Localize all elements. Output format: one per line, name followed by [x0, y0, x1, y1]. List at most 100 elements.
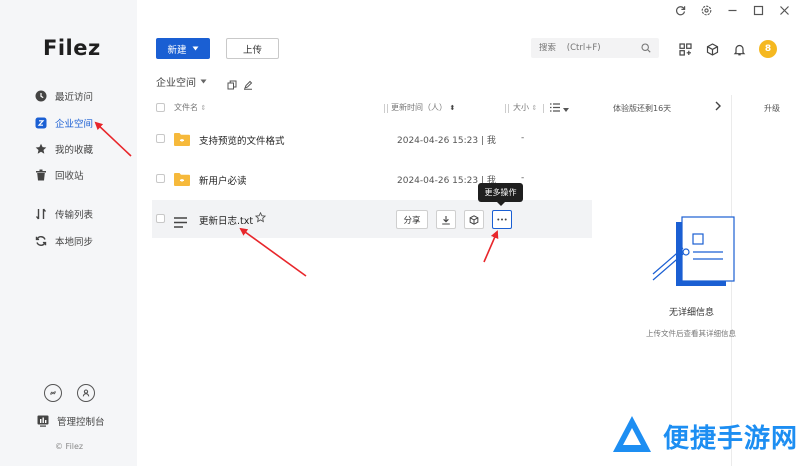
column-divider	[505, 104, 506, 113]
sidebar-item-label: 我的收藏	[55, 145, 94, 156]
sidebar-item-label: 最近访问	[55, 92, 94, 103]
new-button-label: 新建	[167, 44, 187, 56]
watermark-logo-icon	[611, 414, 653, 458]
sidebar-item-label: 回收站	[55, 171, 84, 182]
app-logo: Filez	[43, 36, 101, 60]
upgrade-link[interactable]: 升级	[764, 103, 780, 114]
breadcrumb[interactable]: 企业空间	[156, 74, 207, 89]
sidebar-item-local-sync[interactable]: 本地同步	[35, 232, 93, 250]
sidebar-item-label: 传输列表	[55, 210, 94, 221]
column-size[interactable]: 大小 ⇕	[513, 102, 537, 113]
column-divider[interactable]	[384, 104, 385, 113]
file-name[interactable]: 更新日志.txt	[199, 213, 253, 227]
sidebar-item-favorites[interactable]: 我的收藏	[35, 140, 93, 158]
column-time[interactable]: 更新时间（人） ⬍	[391, 102, 455, 113]
file-size: -	[521, 133, 525, 143]
copyright-text: © Filez	[55, 442, 84, 451]
favorite-star-icon[interactable]	[255, 212, 266, 223]
table-row-hovered[interactable]: 更新日志.txt 分享	[152, 200, 592, 238]
upload-button[interactable]: 上传	[226, 38, 279, 59]
refresh-icon[interactable]	[674, 4, 686, 16]
user-avatar[interactable]: 8	[759, 40, 777, 58]
row-checkbox[interactable]	[156, 134, 165, 143]
caret-down-icon	[192, 43, 199, 54]
header-tools: 8	[678, 40, 777, 58]
folder-icon	[174, 131, 190, 150]
edit-icon[interactable]	[243, 75, 253, 94]
cube-icon[interactable]	[705, 42, 719, 56]
more-actions-button[interactable]	[492, 210, 512, 229]
admin-console-label: 管理控制台	[57, 417, 105, 428]
column-divider	[387, 104, 388, 113]
bell-icon[interactable]	[732, 42, 746, 56]
trial-remaining-text: 体验版还剩16天	[613, 104, 672, 113]
more-actions-tooltip: 更多操作	[478, 183, 523, 206]
admin-console-button[interactable]: 管理控制台	[37, 414, 105, 428]
app-window: Filez 最近访问 企业空间 我的收藏 回收站 传输列表 本地同步 管理控制台…	[0, 0, 800, 466]
cube-action-button[interactable]	[464, 210, 484, 229]
close-icon[interactable]	[778, 4, 790, 16]
sidebar-item-trash[interactable]: 回收站	[35, 166, 84, 184]
list-view-icon[interactable]	[550, 103, 560, 114]
apps-grid-icon[interactable]	[678, 42, 692, 56]
search-box[interactable]	[531, 38, 659, 58]
sidebar-item-enterprise-space[interactable]: 企业空间	[35, 114, 93, 132]
column-name[interactable]: 文件名 ⇕	[174, 102, 206, 113]
clock-icon	[35, 90, 47, 102]
new-button[interactable]: 新建	[156, 38, 210, 59]
sort-active-icon: ⬍	[449, 104, 456, 112]
minimize-icon[interactable]	[726, 4, 738, 16]
site-watermark: 便捷手游网	[611, 414, 798, 458]
breadcrumb-tools	[227, 75, 253, 94]
row-checkbox[interactable]	[156, 174, 165, 183]
watermark-text: 便捷手游网	[663, 423, 799, 454]
window-controls	[674, 4, 790, 16]
download-button[interactable]	[436, 210, 456, 229]
cube-icon	[469, 214, 479, 225]
star-icon	[35, 143, 47, 155]
dashboard-icon	[37, 415, 49, 427]
sidebar-item-recent[interactable]: 最近访问	[35, 87, 93, 105]
share-button[interactable]: 分享	[396, 210, 428, 229]
sidebar-item-label: 本地同步	[55, 237, 94, 248]
sync-icon	[35, 235, 47, 247]
sidebar-item-transfer[interactable]: 传输列表	[35, 205, 93, 223]
trash-icon	[35, 169, 47, 181]
folder-icon	[174, 171, 190, 190]
sort-icon: ⇕	[531, 104, 538, 112]
table-row[interactable]: 新用户必读 2024-04-26 15:23 | 我 -	[152, 160, 592, 198]
empty-details-title: 无详细信息	[669, 308, 715, 318]
download-icon	[442, 215, 450, 225]
enterprise-space-icon	[35, 117, 47, 129]
sidebar-item-label: 企业空间	[55, 119, 94, 130]
text-file-icon	[174, 213, 187, 232]
chevron-right-icon[interactable]	[714, 101, 722, 111]
caret-down-icon[interactable]	[563, 105, 569, 114]
file-size: -	[521, 173, 525, 183]
settings-icon[interactable]	[700, 4, 712, 16]
maximize-icon[interactable]	[752, 4, 764, 16]
breadcrumb-current: 企业空间	[156, 78, 196, 89]
sidebar: Filez 最近访问 企业空间 我的收藏 回收站 传输列表 本地同步 管理控制台…	[0, 0, 135, 466]
search-icon	[641, 43, 651, 53]
table-header: 文件名 ⇕ 更新时间（人） ⬍ 大小 ⇕	[152, 100, 592, 116]
more-dots-icon	[497, 218, 507, 221]
empty-details-subtitle: 上传文件后查看其详细信息	[646, 329, 736, 338]
select-all-checkbox[interactable]	[156, 103, 165, 112]
row-checkbox[interactable]	[156, 214, 165, 223]
sidebar-bottom-tools	[44, 384, 95, 402]
file-time: 2024-04-26 15:23 | 我	[397, 136, 496, 146]
transfer-icon	[35, 208, 47, 220]
column-divider	[508, 104, 509, 113]
caret-down-icon	[200, 76, 207, 87]
column-divider	[543, 104, 544, 113]
contacts-icon[interactable]	[77, 384, 95, 402]
file-name: 新用户必读	[199, 176, 247, 187]
copy-icon[interactable]	[227, 75, 237, 94]
file-name: 支持预览的文件格式	[199, 136, 285, 147]
empty-details-illustration	[650, 214, 740, 298]
sort-icon: ⇕	[200, 104, 207, 112]
search-input[interactable]	[539, 43, 635, 53]
table-row[interactable]: 支持预览的文件格式 2024-04-26 15:23 | 我 -	[152, 120, 592, 158]
link-icon[interactable]	[44, 384, 62, 402]
